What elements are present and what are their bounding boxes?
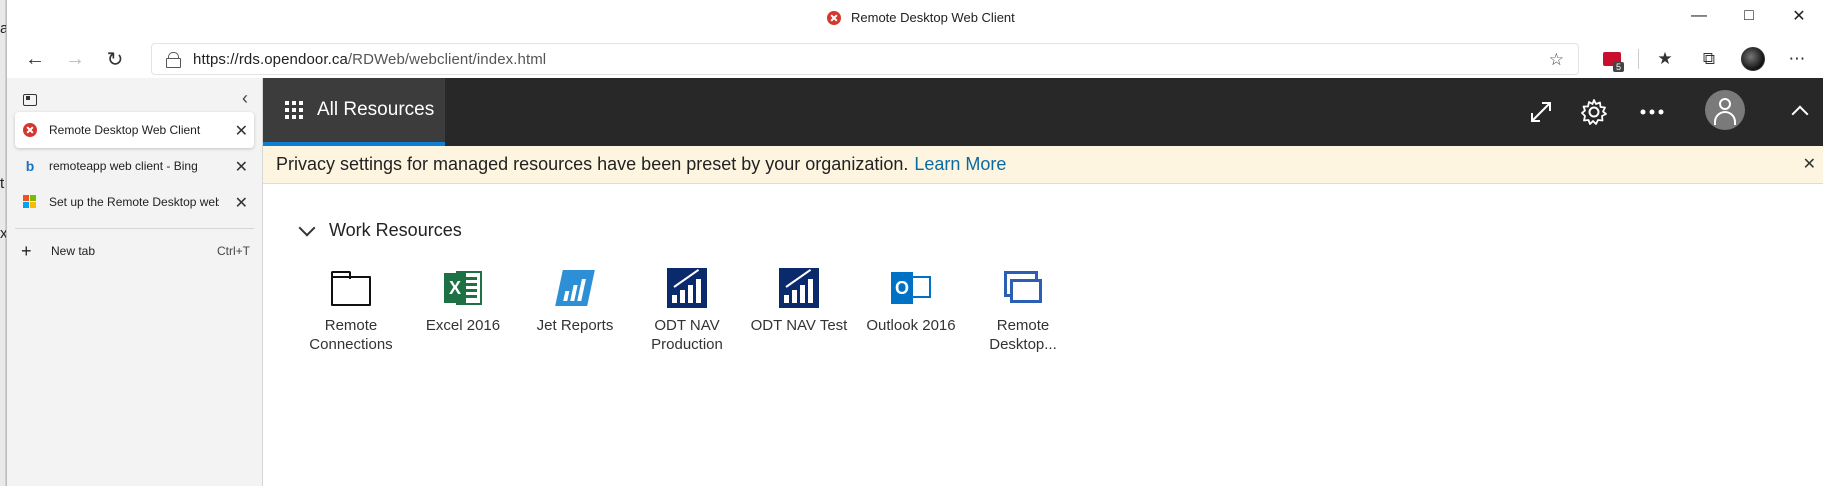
- resource-remote-desktop[interactable]: Remote Desktop...: [967, 268, 1079, 354]
- extension-button[interactable]: 5: [1590, 40, 1634, 78]
- tabs-divider: [15, 228, 254, 229]
- remote-desktop-icon: [23, 123, 37, 137]
- window-controls: — □ ✕: [1674, 0, 1823, 32]
- resource-label: Remote Connections: [309, 317, 393, 353]
- url-text: https://rds.opendoor.ca/RDWeb/webclient/…: [193, 51, 546, 68]
- user-icon-head: [1719, 98, 1731, 110]
- jet-reports-icon: [555, 270, 595, 306]
- all-resources-tab[interactable]: All Resources: [263, 78, 445, 146]
- add-favorite-icon[interactable]: ☆: [1549, 50, 1564, 70]
- settings-button[interactable]: [1577, 95, 1611, 129]
- vertical-tabs-panel: ‹ Remote Desktop Web Client ✕ b remoteap…: [7, 78, 263, 486]
- close-banner-icon[interactable]: ✕: [1803, 154, 1816, 174]
- favorites-icon: ★: [1657, 49, 1673, 68]
- extension-badge: 5: [1612, 62, 1624, 72]
- resource-jet-reports[interactable]: Jet Reports: [519, 268, 631, 354]
- remote-desktop-icon: [827, 10, 841, 25]
- resource-odt-nav-test[interactable]: ODT NAV Test: [743, 268, 855, 354]
- resource-outlook-2016[interactable]: O Outlook 2016: [855, 268, 967, 354]
- user-account-button[interactable]: [1705, 90, 1745, 130]
- lock-icon: [166, 52, 181, 68]
- address-bar[interactable]: https://rds.opendoor.ca/RDWeb/webclient/…: [151, 43, 1579, 75]
- browser-window: Remote Desktop Web Client — □ ✕ ← → ↻ ht…: [6, 0, 1823, 486]
- resource-odt-nav-production[interactable]: ODT NAV Production: [631, 268, 743, 354]
- expand-icon: [1531, 102, 1551, 122]
- chevron-down-icon: [298, 219, 316, 236]
- outlook-icon: O: [891, 270, 931, 306]
- minimize-button[interactable]: —: [1674, 0, 1724, 32]
- learn-more-link[interactable]: Learn More: [914, 154, 1006, 175]
- resource-excel-2016[interactable]: X Excel 2016: [407, 268, 519, 354]
- tab-setup-remote-desktop[interactable]: Set up the Remote Desktop web ✕: [15, 184, 254, 220]
- section-title: Work Resources: [329, 220, 462, 240]
- more-icon: ⋯: [1788, 49, 1806, 68]
- tab-label: Remote Desktop Web Client: [49, 123, 201, 137]
- resource-remote-connections[interactable]: Remote Connections: [295, 268, 407, 354]
- url-path: /RDWeb/webclient/index.html: [347, 50, 547, 68]
- close-window-button[interactable]: ✕: [1774, 0, 1823, 32]
- toolbar-icons: 5 ★ ⧉ ⋯: [1590, 40, 1819, 78]
- close-tab-icon[interactable]: ✕: [235, 157, 248, 177]
- settings-more-button[interactable]: ⋯: [1775, 40, 1819, 78]
- user-icon-body: [1714, 111, 1736, 125]
- window-title: Remote Desktop Web Client: [827, 10, 1015, 25]
- folder-icon: [331, 271, 371, 306]
- new-tab-shortcut: Ctrl+T: [217, 244, 250, 258]
- close-tab-icon[interactable]: ✕: [235, 121, 248, 141]
- tab-actions-icon[interactable]: [23, 94, 37, 106]
- title-bar: Remote Desktop Web Client — □ ✕: [7, 0, 1823, 40]
- ellipsis-icon: [1640, 109, 1664, 115]
- back-button[interactable]: ←: [19, 44, 51, 74]
- resource-label: Outlook 2016: [866, 317, 956, 334]
- chevron-up-icon[interactable]: [1791, 105, 1809, 123]
- odt-nav-icon: [779, 268, 819, 308]
- profile-avatar: [1741, 47, 1765, 71]
- url-host: https://rds.opendoor.ca: [193, 50, 348, 68]
- refresh-button[interactable]: ↻: [99, 44, 131, 74]
- gear-icon: [1581, 99, 1607, 125]
- rd-web-client-app: All Resources Privacy settings for manag…: [263, 78, 1823, 486]
- tabs-panel-header: ‹: [7, 78, 262, 112]
- window-title-text: Remote Desktop Web Client: [851, 10, 1015, 25]
- profile-button[interactable]: [1731, 40, 1775, 78]
- work-resources-header[interactable]: Work Resources: [298, 219, 462, 241]
- more-options-button[interactable]: [1635, 95, 1669, 129]
- resource-label: ODT NAV Test: [750, 317, 848, 334]
- tab-label: Set up the Remote Desktop web: [49, 195, 219, 209]
- microsoft-logo-icon: [23, 195, 37, 209]
- tab-remote-desktop-web-client[interactable]: Remote Desktop Web Client ✕: [15, 112, 254, 148]
- odt-nav-icon: [667, 268, 707, 308]
- resource-grid: Remote Connections X Excel 2016 Jet Repo…: [295, 268, 1079, 354]
- plus-icon: +: [21, 240, 32, 261]
- favorites-button[interactable]: ★: [1643, 40, 1687, 78]
- tab-label: remoteapp web client - Bing: [49, 159, 198, 173]
- resource-label: Excel 2016: [425, 317, 501, 334]
- privacy-banner: Privacy settings for managed resources h…: [263, 146, 1823, 184]
- collapse-panel-icon[interactable]: ‹: [242, 88, 248, 109]
- fullscreen-button[interactable]: [1524, 95, 1558, 129]
- browser-toolbar: ← → ↻ https://rds.opendoor.ca/RDWeb/webc…: [7, 40, 1823, 78]
- banner-text: Privacy settings for managed resources h…: [276, 154, 909, 174]
- excel-icon: X: [444, 269, 482, 307]
- new-tab-label: New tab: [51, 244, 96, 258]
- app-header: All Resources: [263, 78, 1823, 146]
- new-tab-button[interactable]: + New tab Ctrl+T: [15, 237, 254, 265]
- resource-label: Remote Desktop...: [989, 317, 1057, 353]
- app-grid-icon: [285, 101, 303, 119]
- close-tab-icon[interactable]: ✕: [235, 193, 248, 213]
- bing-icon: b: [25, 158, 35, 174]
- collections-button[interactable]: ⧉: [1687, 40, 1731, 78]
- all-resources-label: All Resources: [317, 99, 435, 120]
- forward-button[interactable]: →: [59, 44, 91, 74]
- resource-label: ODT NAV Production: [651, 317, 723, 353]
- collections-icon: ⧉: [1702, 49, 1716, 68]
- remote-desktop-connection-icon: [1004, 271, 1042, 305]
- resource-label: Jet Reports: [536, 317, 614, 334]
- tab-bing-search[interactable]: b remoteapp web client - Bing ✕: [15, 148, 254, 184]
- maximize-button[interactable]: □: [1724, 0, 1774, 32]
- toolbar-separator: [1638, 49, 1639, 69]
